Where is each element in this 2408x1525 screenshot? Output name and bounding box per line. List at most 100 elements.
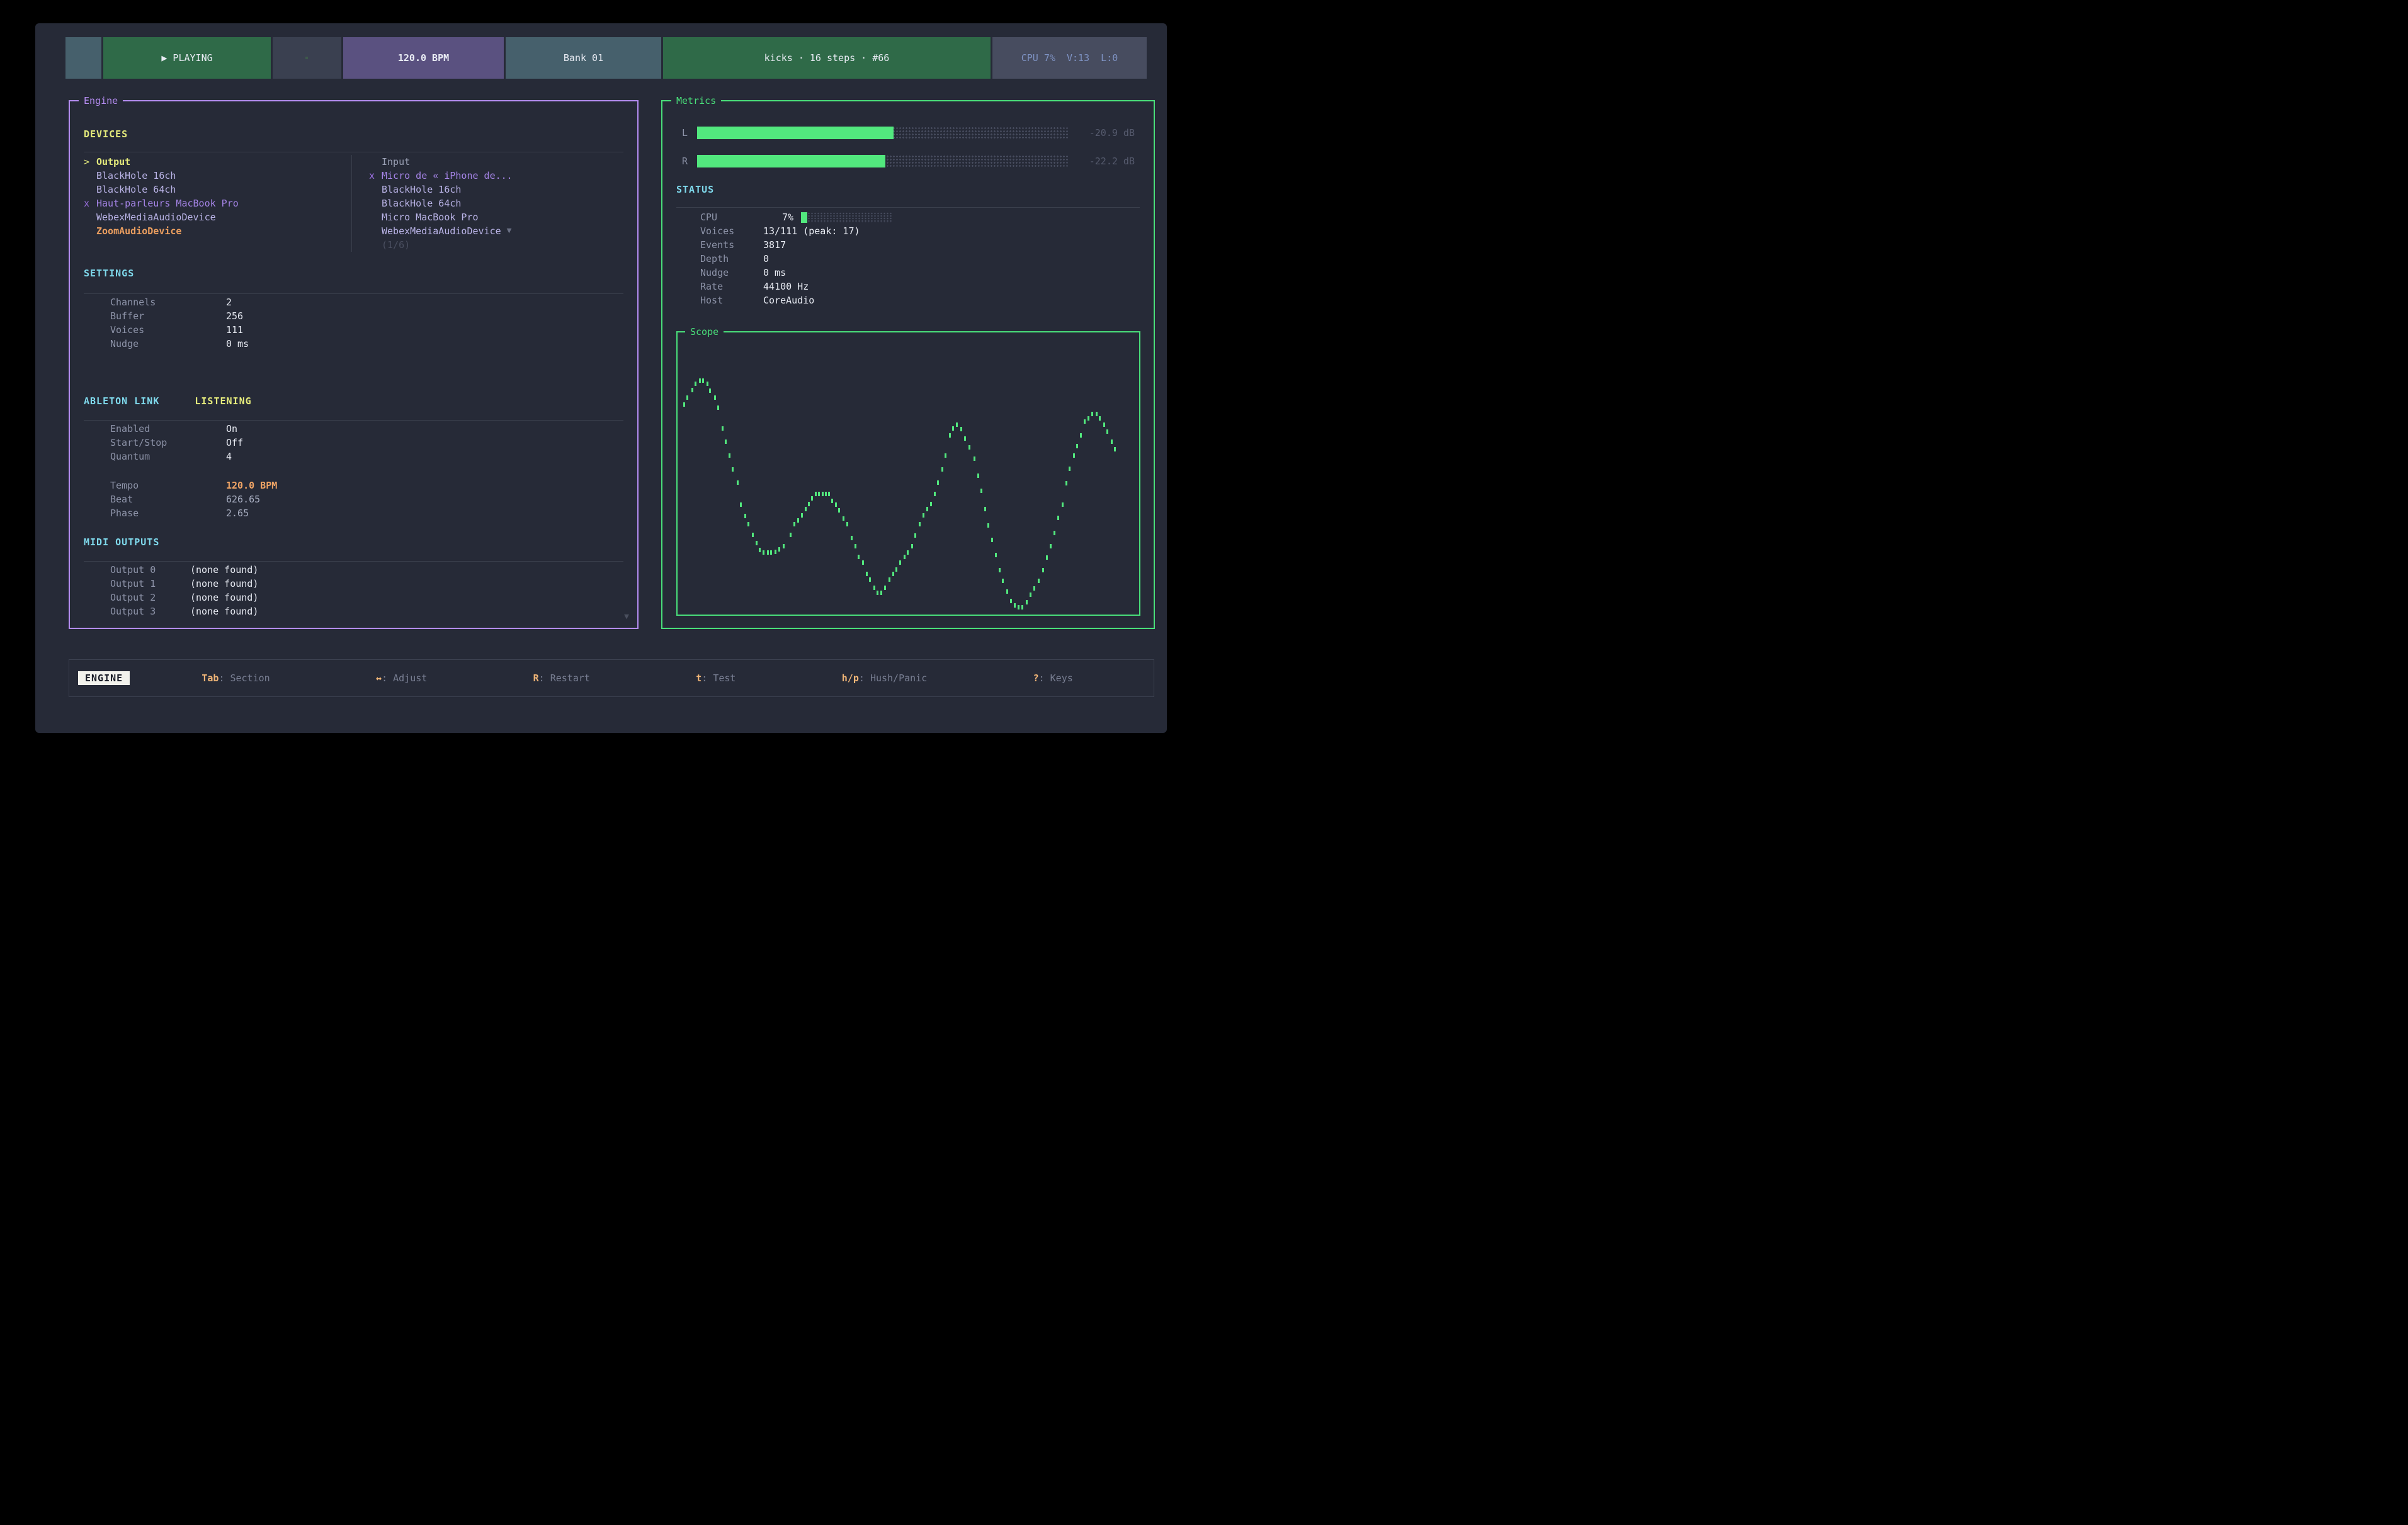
scope-sample-dot [926, 507, 928, 511]
shortcut-list: Tab: Section ↔: Adjust R: Restart t: Test h/… [130, 672, 1145, 684]
chevron-down-icon[interactable]: ▼ [507, 224, 512, 238]
kv-value[interactable]: 111 [226, 323, 243, 337]
kv-value: 3817 [763, 238, 786, 252]
kv-value[interactable]: 2 [226, 295, 232, 309]
kv-label: Voices [110, 323, 226, 337]
scope-sample-dot [956, 422, 958, 427]
scope-sample-dot [952, 426, 954, 431]
device-row[interactable]: BlackHole 64ch [84, 183, 351, 196]
device-row[interactable]: xMicro de « iPhone de... [369, 169, 623, 183]
scope-sample-dot [895, 567, 897, 572]
kv-value[interactable]: Off [226, 436, 243, 450]
kv-label: Enabled [110, 422, 226, 436]
shortcut-item[interactable]: h/p: Hush/Panic [842, 672, 927, 684]
link-timing-rows: Tempo120.0 BPMBeat626.65Phase2.65 [84, 479, 623, 520]
kv-row: Depth0 [676, 252, 1140, 266]
meter-row-left: L -20.9 dB [676, 127, 1140, 139]
scope-sample-dot [1084, 419, 1086, 424]
kv-row: HostCoreAudio [676, 293, 1140, 307]
scope-sample-dot [880, 591, 882, 595]
transport-spacer [65, 37, 101, 79]
scope-sample-dot [1054, 531, 1055, 535]
device-row[interactable]: WebexMediaAudioDevice▼ [369, 224, 623, 238]
scope-sample-dot [923, 513, 924, 518]
kv-label: Channels [110, 295, 226, 309]
device-row: Input [369, 155, 623, 169]
scope-sample-dot [889, 577, 890, 582]
device-row[interactable]: WebexMediaAudioDevice [84, 210, 351, 224]
shortcut-label: Hush/Panic [870, 672, 927, 684]
scope-sample-dot [699, 378, 701, 383]
kv-value[interactable]: 0 ms [226, 337, 249, 351]
shortcut-item[interactable]: ↔: Adjust [376, 672, 427, 684]
shortcut-item[interactable]: R: Restart [533, 672, 590, 684]
scope-sample-dot [1080, 433, 1082, 438]
scope-sample-dot [911, 544, 913, 548]
scope-sample-dot [1076, 444, 1078, 448]
kv-value[interactable]: 256 [226, 309, 243, 323]
scope-sample-dot [904, 555, 906, 559]
scope-sample-dot [984, 507, 986, 511]
kv-label: Phase [110, 506, 226, 520]
device-marker-icon: x [84, 196, 96, 210]
scope-sample-dot [818, 492, 820, 496]
meter-track-left [697, 127, 1068, 139]
device-row[interactable]: Micro MacBook Pro [369, 210, 623, 224]
shortcut-item[interactable]: ?: Keys [1033, 672, 1073, 684]
device-row[interactable]: BlackHole 64ch [369, 196, 623, 210]
shortcut-separator: : [539, 672, 550, 684]
scope-sample-dot [1057, 516, 1059, 520]
scope-sample-dot [822, 492, 824, 496]
scope-sample-dot [1114, 447, 1116, 451]
kv-row: Rate44100 Hz [676, 280, 1140, 293]
device-marker-empty [369, 210, 382, 224]
device-row: (1/6) [369, 238, 623, 252]
scope-sample-dot [714, 395, 716, 400]
device-label: Output [96, 155, 130, 169]
device-row[interactable]: xHaut-parleurs MacBook Pro [84, 196, 351, 210]
shortcut-separator: : [701, 672, 713, 684]
scroll-more-icon[interactable]: ▼ [624, 612, 629, 621]
scope-sample-dot [1030, 592, 1031, 597]
engine-panel: Engine DEVICES >OutputBlackHole 16chBlac… [69, 100, 639, 629]
device-marker-empty [84, 169, 96, 183]
scope-sample-dot [801, 513, 803, 518]
kv-value[interactable]: On [226, 422, 237, 436]
scope-sample-dot [740, 502, 742, 507]
scope-sample-dot [702, 378, 704, 383]
meter-db-left: -20.9 dB [1077, 127, 1135, 139]
device-label: Haut-parleurs MacBook Pro [96, 196, 239, 210]
device-row[interactable]: BlackHole 16ch [84, 169, 351, 183]
device-marker-empty [369, 238, 382, 252]
device-label: (1/6) [382, 238, 410, 252]
scope-sample-dot [1014, 603, 1016, 608]
scope-sample-dot [1065, 481, 1067, 485]
device-marker-empty [84, 224, 96, 238]
kv-value[interactable]: 4 [226, 450, 232, 463]
meter-fill-right [697, 155, 885, 167]
shortcut-item[interactable]: t: Test [696, 672, 735, 684]
device-label: BlackHole 64ch [382, 196, 461, 210]
scope-sample-dot [851, 536, 853, 540]
scope-sample-dot [892, 572, 894, 576]
device-marker-empty [84, 210, 96, 224]
cpu-meter-track [801, 212, 892, 223]
kv-row: Nudge0 ms [676, 266, 1140, 280]
kv-label: Voices [700, 224, 763, 238]
scope-sample-dot [934, 492, 936, 496]
settings-header: SETTINGS [84, 267, 623, 280]
shortcut-item[interactable]: Tab: Section [202, 672, 270, 684]
divider [84, 420, 623, 421]
bank-display: Bank 01 [506, 37, 661, 79]
kv-value: 626.65 [226, 492, 260, 506]
top-bar: ▶ PLAYING 120.0 BPM Bank 01 kicks · 16 s… [65, 37, 1147, 79]
device-row[interactable]: >Output [84, 155, 351, 169]
shortcut-key: h/p [842, 672, 859, 684]
device-row[interactable]: BlackHole 16ch [369, 183, 623, 196]
scope-sample-dot [919, 522, 921, 526]
device-marker-empty [369, 183, 382, 196]
scope-sample-dot [770, 550, 772, 555]
scope-sample-dot [1062, 502, 1064, 507]
device-row[interactable]: ZoomAudioDevice [84, 224, 351, 238]
scope-sample-dot [767, 550, 769, 555]
